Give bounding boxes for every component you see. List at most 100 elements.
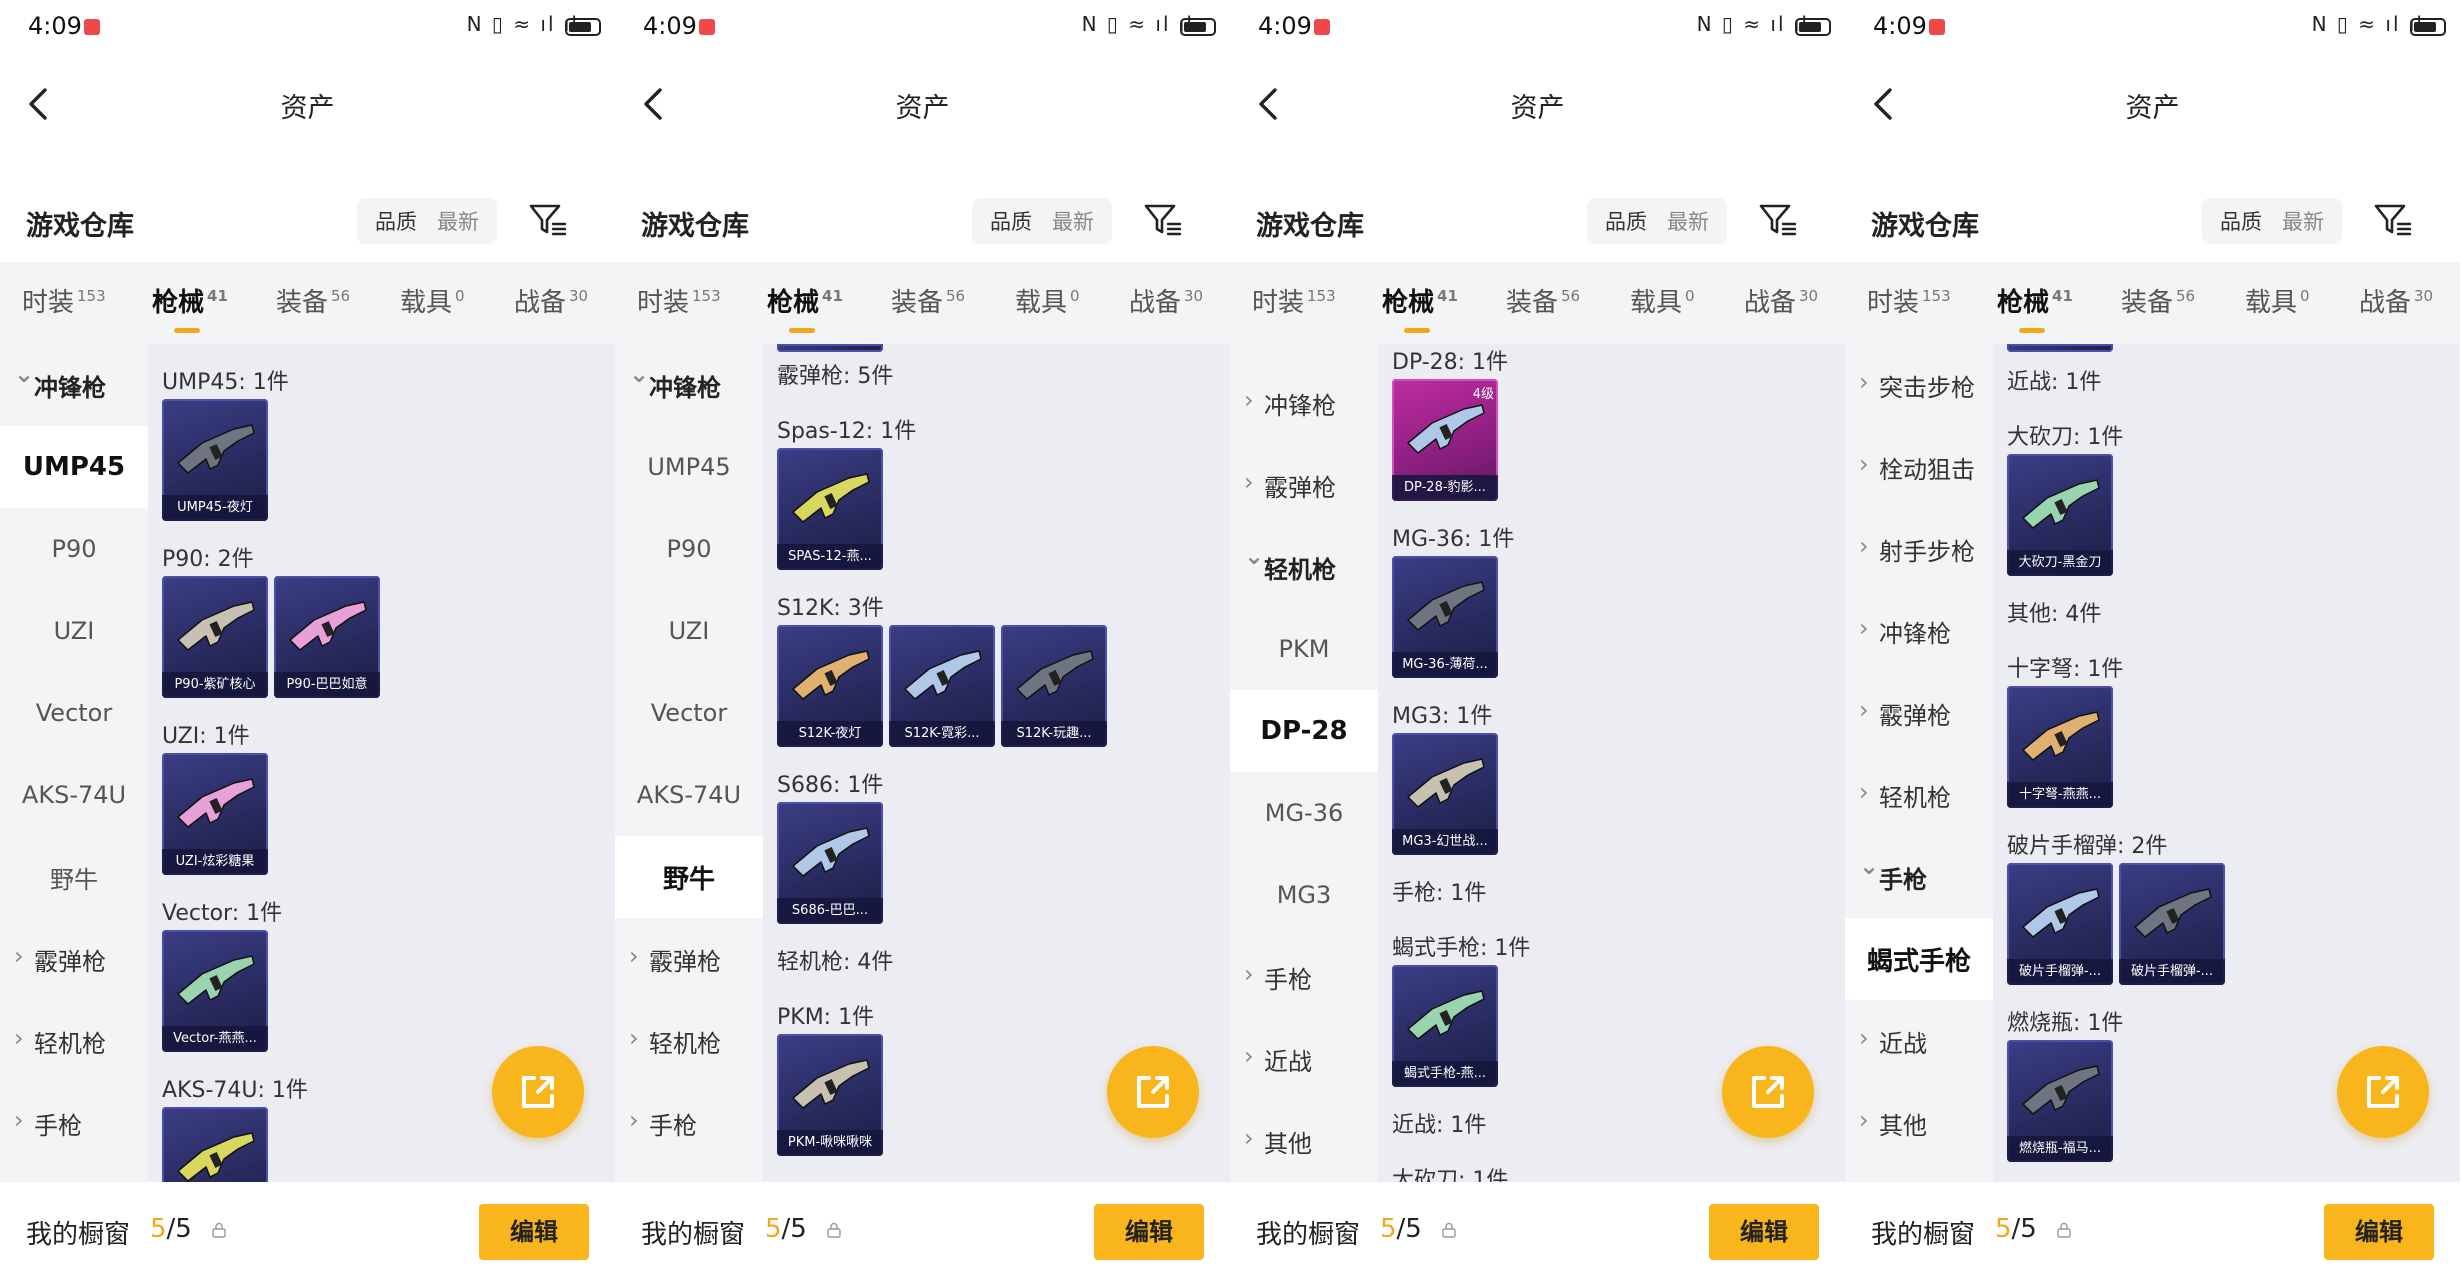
item-card[interactable]: S12K-玩趣... <box>1001 625 1107 747</box>
sidebar-item[interactable]: 手枪 <box>1845 836 1993 918</box>
item-card[interactable]: MG-36-薄荷... <box>1392 556 1498 678</box>
edit-button[interactable]: 编辑 <box>1709 1204 1819 1260</box>
item-card[interactable]: PKM-啾咪啾咪 <box>777 1034 883 1156</box>
sidebar-item[interactable]: 轻机枪 <box>615 1000 763 1082</box>
item-card[interactable]: 4级 DP-28-豹影... <box>1392 379 1498 501</box>
item-card[interactable]: 蝎式手枪-燕... <box>1392 965 1498 1087</box>
item-card[interactable]: S12K-霓彩... <box>889 625 995 747</box>
share-button[interactable] <box>2337 1046 2429 1138</box>
sort-quality[interactable]: 品质 <box>980 206 1042 236</box>
sidebar-item[interactable]: P90 <box>615 508 763 590</box>
tab-1[interactable]: 枪械 41 <box>152 282 228 333</box>
item-card[interactable]: S12K-夜灯 <box>777 625 883 747</box>
tab-0[interactable]: 时装 153 <box>637 282 721 319</box>
edit-button[interactable]: 编辑 <box>2324 1204 2434 1260</box>
share-button[interactable] <box>492 1046 584 1138</box>
item-card[interactable]: 十字弩-燕燕... <box>2007 686 2113 808</box>
item-card[interactable]: UMP45-夜灯 <box>162 399 268 521</box>
tab-3[interactable]: 载具 0 <box>400 282 465 319</box>
sidebar-item[interactable]: DP-28 <box>1230 690 1378 772</box>
tab-2[interactable]: 装备 56 <box>276 282 350 319</box>
sidebar-item[interactable]: MG-36 <box>1230 772 1378 854</box>
item-card[interactable]: UZI-炫彩糖果 <box>162 753 268 875</box>
tab-4[interactable]: 战备 30 <box>514 282 588 319</box>
tab-0[interactable]: 时装 153 <box>22 282 106 319</box>
sidebar-item[interactable]: 冲锋枪 <box>0 344 148 426</box>
tab-3[interactable]: 载具 0 <box>2245 282 2310 319</box>
sidebar-item[interactable]: 霰弹枪 <box>1230 444 1378 526</box>
sidebar-item[interactable]: 近战 <box>1845 1000 1993 1082</box>
item-card[interactable]: S686-巴巴... <box>777 802 883 924</box>
sidebar-item[interactable]: 射手步枪 <box>1845 508 1993 590</box>
sidebar-item[interactable]: 轻机枪 <box>1230 526 1378 608</box>
tab-4[interactable]: 战备 30 <box>2359 282 2433 319</box>
share-button[interactable] <box>1722 1046 1814 1138</box>
tab-3[interactable]: 载具 0 <box>1630 282 1695 319</box>
sidebar-item[interactable]: 突击步枪 <box>1845 344 1993 426</box>
sidebar-item[interactable]: 冲锋枪 <box>615 344 763 426</box>
item-card[interactable]: 大砍刀-黑金刀 <box>2007 454 2113 576</box>
sort-newest[interactable]: 最新 <box>2272 206 2334 236</box>
sort-quality[interactable]: 品质 <box>2210 206 2272 236</box>
sidebar-item[interactable]: UZI <box>0 590 148 672</box>
tab-1[interactable]: 枪械 41 <box>1997 282 2073 333</box>
sidebar-item[interactable]: 轻机枪 <box>0 1000 148 1082</box>
sidebar-item[interactable]: P90 <box>0 508 148 590</box>
tab-0[interactable]: 时装 153 <box>1867 282 1951 319</box>
sidebar-item[interactable]: 轻机枪 <box>1845 754 1993 836</box>
tab-2[interactable]: 装备 56 <box>2121 282 2195 319</box>
tab-1[interactable]: 枪械 41 <box>1382 282 1458 333</box>
sort-newest[interactable]: 最新 <box>427 206 489 236</box>
sidebar-item[interactable]: 霰弹枪 <box>615 918 763 1000</box>
sort-newest[interactable]: 最新 <box>1657 206 1719 236</box>
sidebar-item[interactable]: 其他 <box>1230 1100 1378 1182</box>
sidebar-item[interactable]: 手枪 <box>615 1082 763 1164</box>
sidebar-item[interactable]: 手枪 <box>0 1082 148 1164</box>
sidebar-item[interactable]: AKS-74U <box>0 754 148 836</box>
tab-3[interactable]: 载具 0 <box>1015 282 1080 319</box>
item-card[interactable]: MG3-幻世战... <box>1392 733 1498 855</box>
sidebar-item[interactable]: 近战 <box>1230 1018 1378 1100</box>
sidebar-item[interactable]: UZI <box>615 590 763 672</box>
sidebar-item[interactable]: MG3 <box>1230 854 1378 936</box>
item-card[interactable]: SPAS-12-燕... <box>777 448 883 570</box>
item-card-partial[interactable] <box>2007 344 2113 352</box>
filter-button[interactable] <box>525 198 571 244</box>
edit-button[interactable]: 编辑 <box>479 1204 589 1260</box>
filter-button[interactable] <box>1140 198 1186 244</box>
filter-button[interactable] <box>1755 198 1801 244</box>
sidebar-item[interactable]: 冲锋枪 <box>1845 590 1993 672</box>
item-card[interactable] <box>162 1107 268 1182</box>
sidebar-item[interactable]: 霰弹枪 <box>1845 672 1993 754</box>
sidebar-item[interactable]: 蝎式手枪 <box>1845 918 1993 1000</box>
sidebar-item[interactable]: 栓动狙击 <box>1845 426 1993 508</box>
sidebar-item[interactable]: UMP45 <box>0 426 148 508</box>
item-card[interactable]: P90-紫矿核心 <box>162 576 268 698</box>
sidebar-item[interactable]: 冲锋枪 <box>1230 362 1378 444</box>
sidebar-item[interactable]: 手枪 <box>1230 936 1378 1018</box>
tab-2[interactable]: 装备 56 <box>891 282 965 319</box>
tab-4[interactable]: 战备 30 <box>1129 282 1203 319</box>
sidebar-item[interactable]: AKS-74U <box>615 754 763 836</box>
tab-0[interactable]: 时装 153 <box>1252 282 1336 319</box>
sidebar-item[interactable]: Vector <box>615 672 763 754</box>
sort-quality[interactable]: 品质 <box>1595 206 1657 236</box>
share-button[interactable] <box>1107 1046 1199 1138</box>
tab-4[interactable]: 战备 30 <box>1744 282 1818 319</box>
sidebar-item[interactable]: Vector <box>0 672 148 754</box>
sidebar-item[interactable]: 其他 <box>1845 1082 1993 1164</box>
sidebar-item[interactable]: 野牛 <box>615 836 763 918</box>
sort-quality[interactable]: 品质 <box>365 206 427 236</box>
item-card[interactable]: 破片手榴弹-... <box>2007 863 2113 985</box>
edit-button[interactable]: 编辑 <box>1094 1204 1204 1260</box>
item-card[interactable]: 燃烧瓶-福马... <box>2007 1040 2113 1162</box>
sidebar-item[interactable]: 霰弹枪 <box>0 918 148 1000</box>
item-card-partial[interactable] <box>777 344 883 352</box>
sidebar-item[interactable]: UMP45 <box>615 426 763 508</box>
tab-2[interactable]: 装备 56 <box>1506 282 1580 319</box>
sort-newest[interactable]: 最新 <box>1042 206 1104 236</box>
item-card[interactable]: P90-巴巴如意 <box>274 576 380 698</box>
sidebar-item[interactable]: PKM <box>1230 608 1378 690</box>
sidebar-item[interactable]: 野牛 <box>0 836 148 918</box>
item-card[interactable]: Vector-燕燕... <box>162 930 268 1052</box>
